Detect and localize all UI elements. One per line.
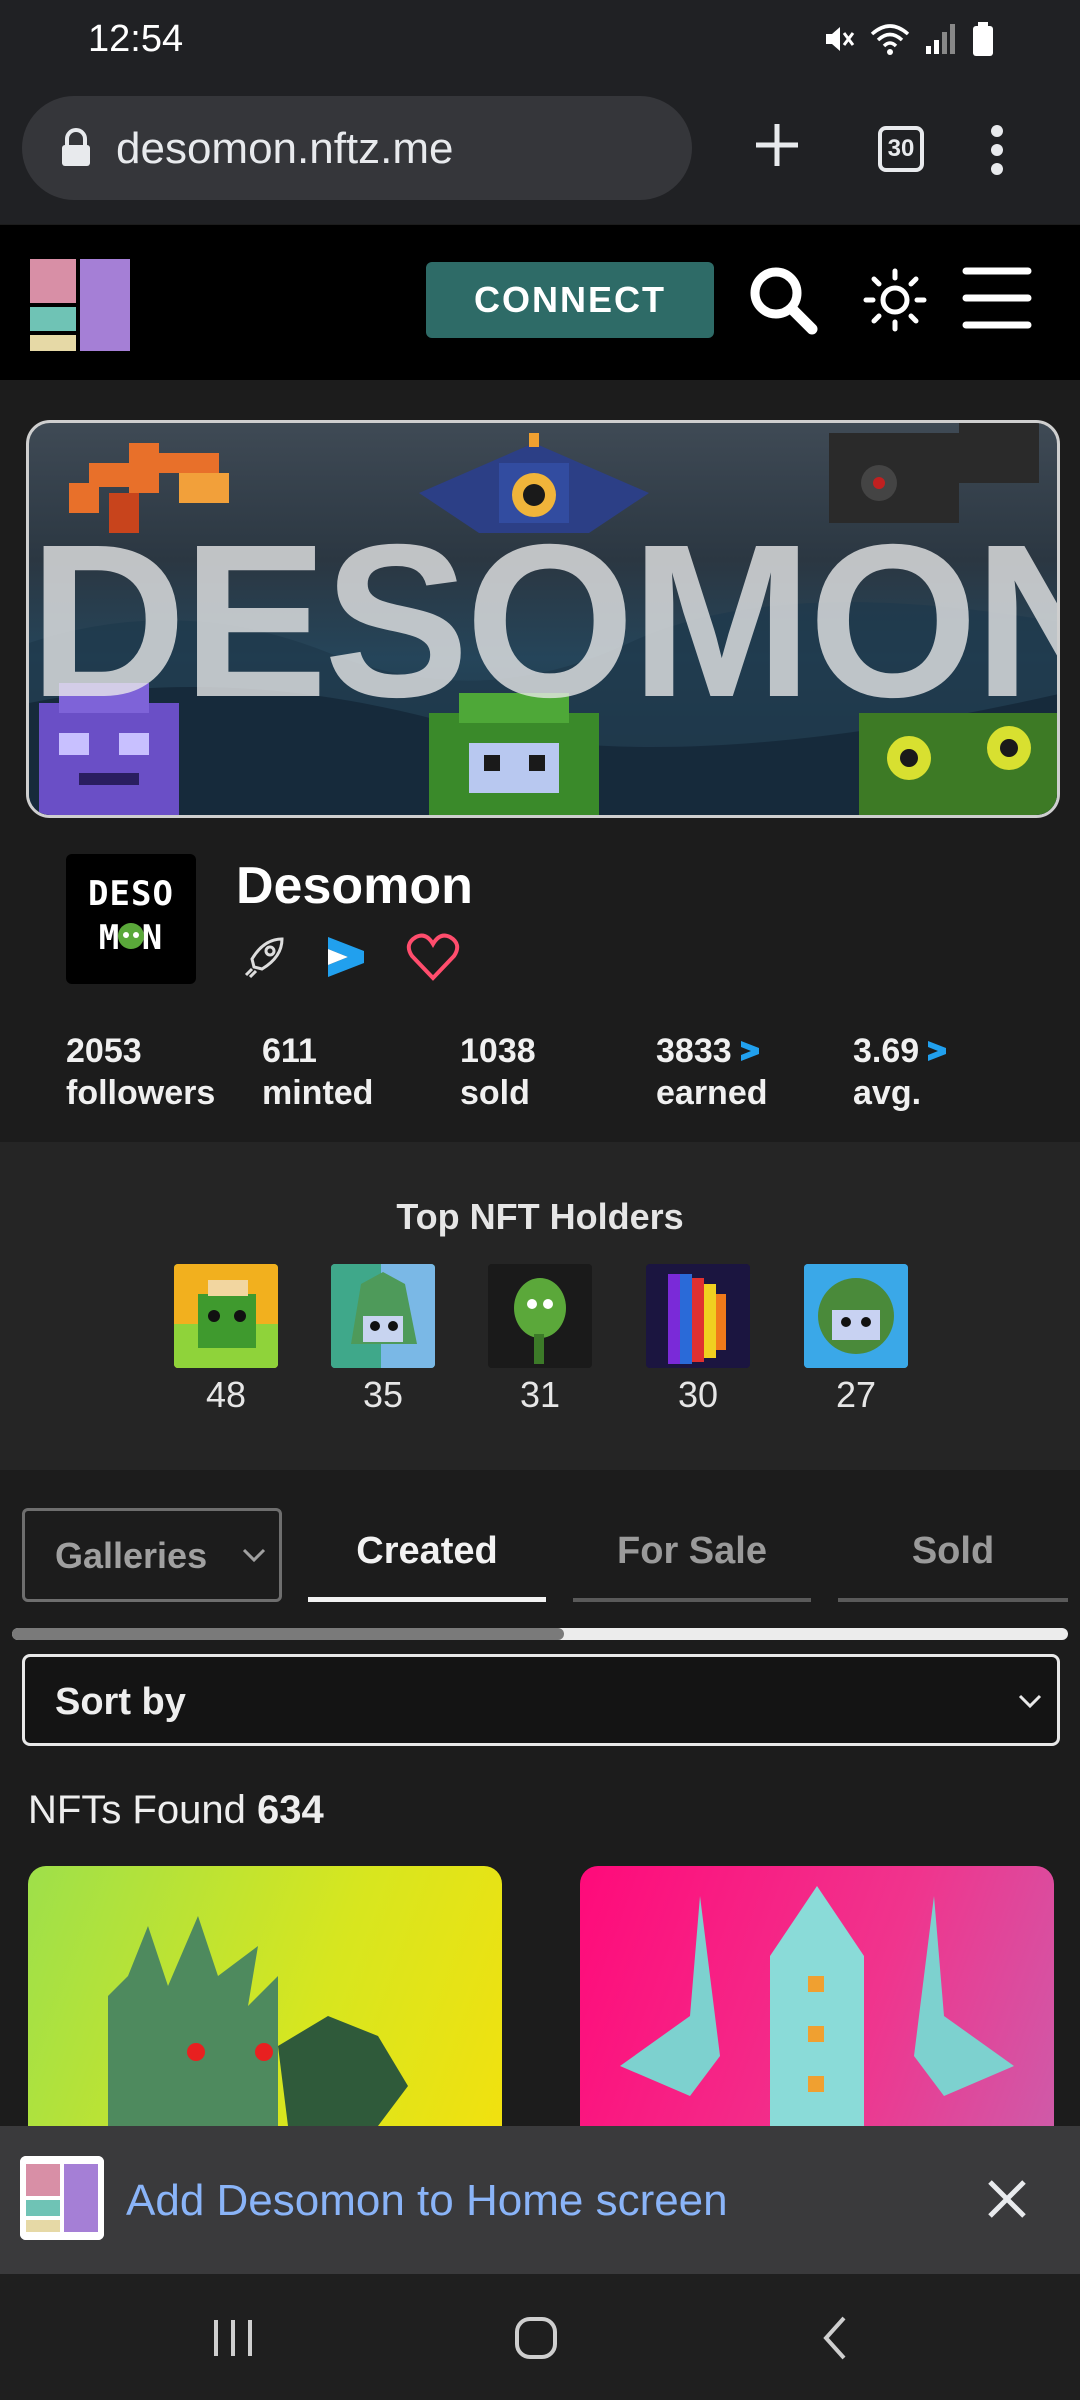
holder-avatar-art	[331, 1264, 435, 1368]
stat-label: sold	[460, 1074, 530, 1112]
holder-avatar[interactable]	[804, 1264, 908, 1368]
sort-by-select[interactable]: Sort by	[22, 1654, 1060, 1746]
chevron-down-icon	[1018, 1694, 1042, 1709]
mute-icon	[826, 27, 855, 51]
holder-avatar-art	[174, 1264, 278, 1368]
stat-value: 611	[262, 1032, 317, 1070]
nft-artwork	[620, 1886, 1014, 2126]
browser-toolbar: desomon.nftz.me 30	[0, 78, 1080, 303]
stat-minted: 611 minted	[262, 1030, 373, 1114]
holder-avatar-art	[646, 1264, 750, 1368]
add-to-home-banner[interactable]: Add Desomon to Home screen	[0, 2126, 1080, 2274]
battery-icon	[973, 22, 993, 56]
stat-value: 2053	[66, 1032, 142, 1070]
holder-count: 31	[519, 1374, 561, 1415]
tab-created[interactable]: Created	[308, 1508, 546, 1602]
lock-icon	[62, 128, 90, 166]
status-bar: 12:54	[0, 0, 1080, 78]
top-holders-title: Top NFT Holders	[396, 1196, 684, 1237]
deso-currency-icon	[928, 1041, 947, 1061]
site-logo[interactable]	[30, 259, 130, 351]
add-to-home-text[interactable]: Add Desomon to Home screen	[126, 2176, 728, 2226]
holder-avatar[interactable]	[646, 1264, 750, 1368]
holder-count: 35	[362, 1374, 404, 1415]
url-bar[interactable]: desomon.nftz.me	[22, 96, 692, 200]
heart-icon[interactable]	[406, 932, 460, 982]
nfts-found-label: NFTs Found	[28, 1788, 246, 1832]
stat-value: 3.69	[853, 1032, 920, 1070]
site-header: CONNECT	[0, 225, 1080, 380]
connect-button[interactable]: CONNECT	[426, 262, 714, 338]
search-icon[interactable]	[748, 265, 818, 335]
recents-icon[interactable]	[212, 2318, 254, 2358]
holder-avatar-art	[804, 1264, 908, 1368]
stat-followers[interactable]: 2053 followers	[66, 1030, 215, 1114]
app-logo-icon	[20, 2156, 104, 2240]
holder-item[interactable]: 30	[646, 1264, 750, 1416]
holder-count: 48	[205, 1374, 247, 1415]
holder-avatar[interactable]	[331, 1264, 435, 1368]
holder-count: 27	[835, 1374, 877, 1415]
banner-title: DESOMON	[29, 500, 1060, 743]
wifi-icon	[870, 24, 910, 55]
stat-sold: 1038 sold	[460, 1030, 536, 1114]
hamburger-menu-icon[interactable]	[962, 265, 1032, 331]
stat-label: avg.	[853, 1074, 922, 1112]
signal-icon	[926, 24, 955, 54]
holder-avatar-art	[488, 1264, 592, 1368]
stat-label: earned	[656, 1074, 768, 1112]
holder-avatar[interactable]	[488, 1264, 592, 1368]
sort-by-label: Sort by	[55, 1681, 186, 1723]
profile-stats: 2053 followers 611 minted 1038 sold 3833…	[0, 1030, 1080, 1142]
stat-value-row: 3.69	[853, 1030, 947, 1072]
nfts-found: NFTs Found 634	[28, 1788, 324, 1833]
plus-icon[interactable]	[752, 120, 802, 170]
stat-value: 1038	[460, 1032, 536, 1070]
tab-for-sale[interactable]: For Sale	[573, 1508, 811, 1602]
galleries-dropdown[interactable]: Galleries	[22, 1508, 282, 1602]
profile-banner: DESOMON	[26, 420, 1060, 818]
theme-sun-icon[interactable]	[862, 267, 928, 333]
close-icon[interactable]	[986, 2178, 1028, 2220]
tabs-button[interactable]: 30	[878, 126, 924, 172]
stat-value-row: 3833	[656, 1030, 768, 1072]
status-icons	[822, 22, 994, 56]
home-icon[interactable]	[514, 2316, 558, 2360]
more-vertical-icon[interactable]	[990, 124, 1004, 176]
avatar-text-line1: DESO	[88, 874, 174, 914]
stat-value: 3833	[656, 1032, 732, 1070]
holder-item[interactable]: 27	[804, 1264, 908, 1416]
tab-sold[interactable]: Sold	[838, 1508, 1068, 1602]
avatar[interactable]: DESO M N	[66, 854, 196, 984]
stat-label: minted	[262, 1074, 374, 1112]
system-nav-bar	[0, 2274, 1080, 2400]
status-time: 12:54	[88, 18, 184, 60]
deso-logo-icon[interactable]	[326, 935, 366, 979]
deso-currency-icon	[740, 1041, 759, 1061]
top-holders-section: Top NFT Holders 48 35 31 30 27	[0, 1142, 1080, 1470]
holder-count: 30	[677, 1374, 719, 1415]
holder-avatar[interactable]	[174, 1264, 278, 1368]
chevron-down-icon	[242, 1548, 266, 1563]
profile-name: Desomon	[236, 857, 473, 915]
back-icon[interactable]	[820, 2314, 850, 2362]
stat-avg: 3.69 avg.	[853, 1030, 947, 1114]
avatar-creature-icon	[118, 923, 144, 949]
stat-earned: 3833 earned	[656, 1030, 768, 1114]
tabs-scrollbar-thumb[interactable]	[12, 1628, 564, 1640]
holder-item[interactable]: 35	[331, 1264, 435, 1416]
nfts-found-count: 634	[256, 1788, 324, 1832]
holder-item[interactable]: 48	[174, 1264, 278, 1416]
rocket-icon[interactable]	[242, 935, 286, 979]
galleries-label: Galleries	[55, 1535, 208, 1576]
nft-card[interactable]	[28, 1866, 502, 2126]
nft-artwork	[108, 1916, 408, 2126]
holder-item[interactable]: 31	[488, 1264, 592, 1416]
profile-icons	[242, 932, 460, 982]
url-text[interactable]: desomon.nftz.me	[116, 124, 454, 174]
stat-label: followers	[66, 1074, 216, 1112]
nft-card[interactable]	[580, 1866, 1054, 2126]
